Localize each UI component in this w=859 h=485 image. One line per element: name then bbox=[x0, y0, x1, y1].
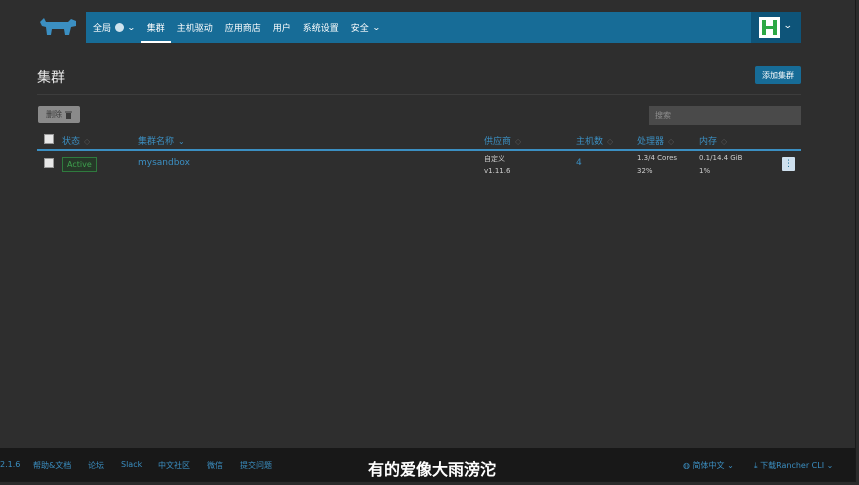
more-vertical-icon: ⋮ bbox=[784, 159, 793, 169]
row-checkbox[interactable] bbox=[44, 158, 54, 168]
sort-icon: ◇ bbox=[515, 137, 522, 146]
nav-clusters[interactable]: 集群 bbox=[140, 12, 171, 43]
global-label: 全局 bbox=[93, 24, 112, 34]
chevron-down-icon: ⌄ bbox=[727, 461, 734, 470]
footer-link-slack[interactable]: Slack bbox=[121, 460, 142, 469]
sort-desc-icon: ⌄ bbox=[178, 137, 185, 146]
add-cluster-button[interactable]: 添加集群 bbox=[755, 66, 801, 84]
status-badge: Active bbox=[62, 157, 97, 172]
col-memory-label: 内存 bbox=[699, 137, 718, 147]
table-header-line bbox=[37, 149, 801, 151]
row-actions-button[interactable]: ⋮ bbox=[782, 157, 795, 171]
sort-icon: ◇ bbox=[721, 137, 728, 146]
col-state-label: 状态 bbox=[62, 137, 81, 147]
language-selector[interactable]: ◍ 简体中文 ⌄ bbox=[683, 460, 734, 471]
app-frame: 全局 ⌄ 集群 主机驱动 应用商店 用户 系统设置 安全 ⌄ ⌄ 集群 添加集群… bbox=[0, 0, 856, 482]
global-menu[interactable]: 全局 ⌄ bbox=[86, 12, 141, 43]
cluster-name-link[interactable]: mysandbox bbox=[138, 158, 190, 168]
chevron-down-icon: ⌄ bbox=[826, 461, 834, 470]
version-value: v1.11.6 bbox=[484, 167, 511, 175]
nav-settings[interactable]: 系统设置 bbox=[297, 12, 345, 43]
cpu-percent: 32% bbox=[637, 167, 653, 175]
top-nav: 全局 ⌄ 集群 主机驱动 应用商店 用户 系统设置 安全 ⌄ bbox=[86, 12, 751, 43]
language-label: 简体中文 bbox=[692, 461, 725, 470]
download-cli-link[interactable]: ⤓ 下载Rancher CLI ⌄ bbox=[754, 460, 833, 471]
col-nodes-label: 主机数 bbox=[576, 137, 604, 147]
globe-icon: ◍ bbox=[683, 461, 690, 470]
footer-link-community[interactable]: 中文社区 bbox=[158, 460, 190, 471]
delete-label: 删除 bbox=[46, 110, 62, 119]
nav-node-drivers[interactable]: 主机驱动 bbox=[171, 12, 219, 43]
nav-security[interactable]: 安全 ⌄ bbox=[345, 12, 386, 43]
page-title: 集群 bbox=[37, 70, 65, 86]
video-subtitle: 有的爱像大雨滂沱 bbox=[368, 460, 497, 479]
col-cpu[interactable]: 处理器 ◇ bbox=[637, 134, 674, 147]
col-provider[interactable]: 供应商 ◇ bbox=[484, 134, 521, 147]
chevron-down-icon: ⌄ bbox=[782, 21, 793, 31]
nav-catalogs[interactable]: 应用商店 bbox=[219, 12, 267, 43]
cpu-value: 1.3/4 Cores bbox=[637, 154, 678, 162]
memory-percent: 1% bbox=[699, 167, 711, 175]
col-name[interactable]: 集群名称 ⌄ bbox=[138, 134, 185, 147]
avatar bbox=[759, 17, 780, 38]
select-all-checkbox[interactable] bbox=[44, 134, 54, 144]
version-label: 2.1.6 bbox=[0, 460, 21, 469]
trash-icon bbox=[65, 111, 72, 119]
nodes-link[interactable]: 4 bbox=[576, 158, 582, 168]
footer: 2.1.6 帮助&文档 论坛 Slack 中文社区 微信 提交问题 有的爱像大雨… bbox=[0, 448, 855, 481]
chevron-down-icon: ⌄ bbox=[127, 23, 136, 32]
footer-link-docs[interactable]: 帮助&文档 bbox=[33, 460, 71, 471]
chevron-down-icon: ⌄ bbox=[371, 23, 381, 32]
download-label: 下载Rancher CLI bbox=[760, 461, 825, 470]
col-state[interactable]: 状态 ◇ bbox=[62, 134, 90, 147]
nav-users[interactable]: 用户 bbox=[267, 12, 297, 43]
memory-value: 0.1/14.4 GiB bbox=[699, 154, 743, 162]
sort-icon: ◇ bbox=[84, 137, 91, 146]
footer-link-issue[interactable]: 提交问题 bbox=[240, 460, 272, 471]
col-provider-label: 供应商 bbox=[484, 137, 512, 147]
col-cpu-label: 处理器 bbox=[637, 137, 665, 147]
user-menu[interactable]: ⌄ bbox=[751, 12, 801, 43]
divider bbox=[37, 94, 801, 95]
col-name-label: 集群名称 bbox=[138, 137, 175, 147]
security-label: 安全 bbox=[350, 24, 369, 34]
rancher-logo[interactable] bbox=[38, 16, 78, 38]
delete-button[interactable]: 删除 bbox=[38, 106, 80, 123]
footer-link-wechat[interactable]: 微信 bbox=[207, 460, 223, 471]
col-nodes[interactable]: 主机数 ◇ bbox=[576, 134, 613, 147]
search-input[interactable] bbox=[649, 106, 801, 125]
sort-icon: ◇ bbox=[668, 137, 675, 146]
sort-icon: ◇ bbox=[607, 137, 614, 146]
globe-icon bbox=[115, 23, 125, 32]
download-icon: ⤓ bbox=[754, 461, 758, 470]
provider-value: 自定义 bbox=[484, 155, 505, 163]
footer-link-forum[interactable]: 论坛 bbox=[88, 460, 104, 471]
col-memory[interactable]: 内存 ◇ bbox=[699, 134, 727, 147]
